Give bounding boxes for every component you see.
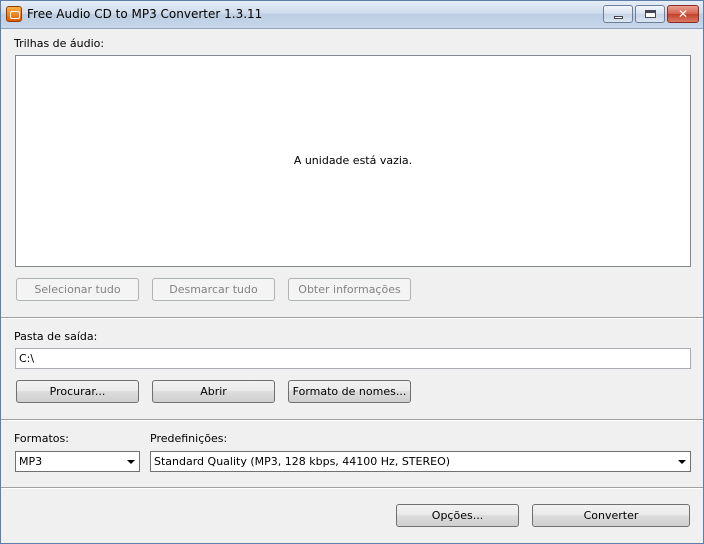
output-folder-label: Pasta de saída: xyxy=(14,330,98,343)
title-bar[interactable]: Free Audio CD to MP3 Converter 1.3.11 ✕ xyxy=(1,1,703,29)
naming-format-button[interactable]: Formato de nomes... xyxy=(288,380,411,403)
minimize-icon xyxy=(614,16,623,19)
open-button[interactable]: Abrir xyxy=(152,380,275,403)
app-icon[interactable] xyxy=(6,6,22,22)
browse-button[interactable]: Procurar... xyxy=(16,380,139,403)
get-info-button[interactable]: Obter informações xyxy=(288,278,411,301)
preset-select-value: Standard Quality (MP3, 128 kbps, 44100 H… xyxy=(154,455,451,468)
audio-tracks-list[interactable]: A unidade está vazia. xyxy=(15,55,691,267)
options-button[interactable]: Opções... xyxy=(396,504,519,527)
window-title: Free Audio CD to MP3 Converter 1.3.11 xyxy=(27,7,263,21)
audio-tracks-label: Trilhas de áudio: xyxy=(14,37,105,50)
minimize-button[interactable] xyxy=(603,5,633,23)
main-window: Free Audio CD to MP3 Converter 1.3.11 ✕ … xyxy=(0,0,704,544)
deselect-all-button[interactable]: Desmarcar tudo xyxy=(152,278,275,301)
presets-label: Predefinições: xyxy=(150,432,228,445)
maximize-icon xyxy=(645,10,656,18)
format-select-value: MP3 xyxy=(19,455,43,468)
format-select[interactable]: MP3 xyxy=(15,451,140,472)
separator-2 xyxy=(1,419,703,421)
dropdown-arrow-icon xyxy=(127,460,135,464)
convert-button[interactable]: Converter xyxy=(532,504,690,527)
preset-select[interactable]: Standard Quality (MP3, 128 kbps, 44100 H… xyxy=(150,451,691,472)
dropdown-arrow-icon xyxy=(678,460,686,464)
empty-drive-message: A unidade está vazia. xyxy=(293,154,413,167)
output-folder-input[interactable]: C:\ xyxy=(15,348,691,369)
maximize-button[interactable] xyxy=(635,5,665,23)
select-all-button[interactable]: Selecionar tudo xyxy=(16,278,139,301)
formats-label: Formatos: xyxy=(14,432,69,445)
separator-3 xyxy=(1,487,703,489)
close-icon: ✕ xyxy=(677,7,689,21)
close-button[interactable]: ✕ xyxy=(667,5,699,23)
separator-1 xyxy=(1,317,703,319)
